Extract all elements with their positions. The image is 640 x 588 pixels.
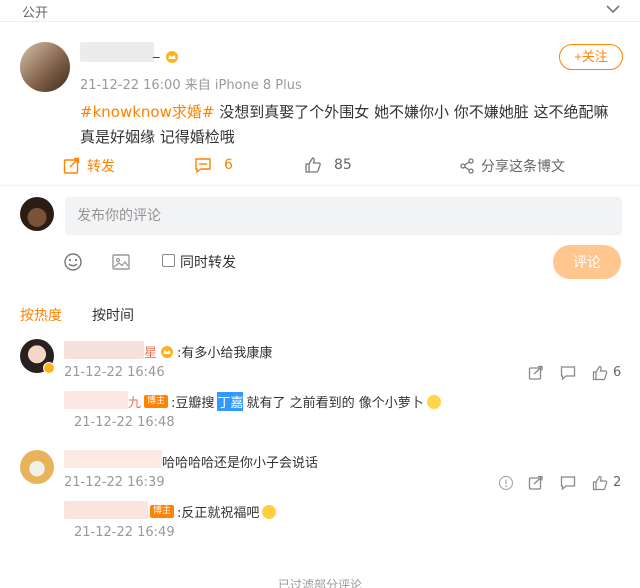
visibility-label: 公开	[22, 6, 49, 21]
author-avatar[interactable]	[20, 42, 70, 92]
image-icon[interactable]	[111, 252, 131, 272]
comment-time: 21-12-22 16:39	[64, 475, 165, 490]
crown-icon	[166, 51, 178, 63]
pray-emoji-icon	[262, 504, 277, 519]
comment-input[interactable]	[65, 197, 622, 235]
author-name-suffix: _	[153, 44, 160, 59]
replier-name-blurred[interactable]	[64, 391, 128, 409]
like-icon[interactable]	[592, 475, 608, 491]
comment-text: :有多小给我康康	[177, 346, 273, 361]
comment-like-count: 6	[613, 365, 622, 380]
reply-text-after: 就有了 之前看到的 像个小萝卜	[246, 396, 424, 411]
commenter-avatar[interactable]	[20, 450, 54, 484]
reply-time: 21-12-22 16:48	[74, 415, 175, 430]
comment-text: 哈哈哈哈还是你小子会说话	[162, 456, 319, 471]
like-count: 85	[334, 157, 352, 173]
like-action[interactable]: 85	[304, 156, 352, 174]
filtered-comments-note: 已过滤部分评论	[277, 578, 362, 588]
commenter-name-blurred[interactable]	[64, 341, 144, 359]
share-action[interactable]: 分享这条博文	[459, 156, 565, 176]
reply-row: 博主 :反正就祝福吧	[150, 502, 277, 521]
submit-comment-button[interactable]: 评论	[553, 245, 621, 279]
like-icon	[305, 157, 321, 173]
comment-like-count: 2	[613, 475, 622, 490]
commenter-name-suffix: 星	[144, 346, 158, 361]
repost-action[interactable]: 转发	[63, 156, 115, 176]
also-repost-label: 同时转发	[180, 255, 236, 271]
crown-icon	[161, 345, 174, 358]
forward-icon[interactable]	[528, 475, 544, 491]
tab-sort-hot[interactable]: 按热度	[20, 305, 62, 325]
my-avatar[interactable]	[20, 197, 54, 231]
author-badge: 博主	[150, 505, 175, 518]
reply-row: 九 博主 :豆瓣搜 丁嘉 就有了 之前看到的 像个小萝卜	[128, 392, 441, 411]
reply-time: 21-12-22 16:49	[74, 525, 175, 540]
author-badge: 博主	[144, 395, 169, 408]
replier-name-blurred[interactable]	[64, 501, 148, 519]
comment-row: 星 :有多小给我康康	[144, 342, 272, 361]
also-repost-checkbox[interactable]	[162, 254, 175, 267]
comment-action[interactable]: 6	[194, 156, 233, 174]
reply-text-before: :豆瓣搜	[171, 396, 215, 411]
post-body: #knowknow求婚# 没想到真娶了个外围女 她不嫌你小 你不嫌她脏 这不绝配…	[80, 100, 628, 150]
reply-icon[interactable]	[560, 475, 576, 491]
comment-count: 6	[224, 157, 233, 173]
comment-time: 21-12-22 16:46	[64, 365, 165, 380]
comment-icon	[195, 158, 211, 174]
like-icon[interactable]	[592, 365, 608, 381]
top-bar	[0, 0, 640, 22]
forward-icon[interactable]	[528, 365, 544, 381]
crying-emoji-icon	[426, 394, 441, 409]
author-name-blurred[interactable]	[80, 42, 154, 62]
emoji-icon[interactable]	[63, 252, 83, 272]
post-divider	[0, 185, 640, 186]
share-label: 分享这条博文	[481, 159, 565, 175]
reply-text-highlight: 丁嘉	[217, 392, 244, 411]
share-icon	[460, 158, 474, 174]
chevron-down-icon[interactable]	[605, 2, 621, 16]
post-meta: 21-12-22 16:00 来自 iPhone 8 Plus	[80, 78, 302, 93]
reply-text: :反正就祝福吧	[177, 506, 260, 521]
hashtag-link[interactable]: #knowknow求婚#	[80, 103, 214, 121]
follow-button[interactable]: +关注	[559, 44, 623, 70]
reply-icon[interactable]	[560, 365, 576, 381]
report-icon[interactable]	[498, 475, 514, 491]
verified-badge-icon	[43, 362, 55, 374]
replier-name-suffix: 九	[128, 396, 142, 411]
commenter-name-blurred[interactable]	[64, 450, 162, 468]
repost-label: 转发	[87, 159, 115, 175]
tab-sort-time[interactable]: 按时间	[92, 305, 134, 325]
repost-icon	[63, 157, 80, 174]
